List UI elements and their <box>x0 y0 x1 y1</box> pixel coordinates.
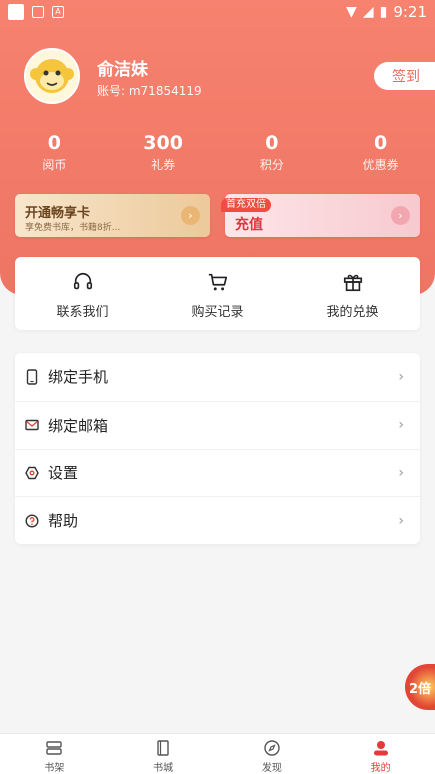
tab-label: 书城 <box>153 763 174 774</box>
floating-promo-badge[interactable]: 2倍 <box>405 664 435 710</box>
stat-label: 礼券 <box>151 158 176 172</box>
chevron-right-icon: › <box>398 417 404 434</box>
chevron-right-icon: › <box>398 464 404 481</box>
vip-title: 开通畅享卡 <box>25 206 91 221</box>
gift-icon <box>343 274 362 292</box>
recharge-card[interactable]: 首充双倍 充值 › <box>221 194 420 237</box>
bind-email-item[interactable]: 绑定邮箱 › <box>15 400 420 449</box>
tab-label: 书架 <box>44 763 65 774</box>
vip-card[interactable]: 开通畅享卡 享免费书库，书籍8折... › <box>15 194 210 237</box>
settings-item[interactable]: 设置 › <box>15 448 420 497</box>
tab-discover[interactable]: 发现 <box>218 734 327 774</box>
user-icon <box>373 741 388 756</box>
quick-actions: 联系我们 购买记录 我的兑换 <box>15 257 420 330</box>
stat-label: 阅币 <box>42 158 67 172</box>
signin-button[interactable]: 签到 <box>374 62 435 90</box>
settings-menu: 绑定手机 › 绑定邮箱 › 设置 › 帮助 › <box>15 353 420 544</box>
bottom-tab-bar: 书架 书城 发现 我的 <box>0 733 435 774</box>
bookshelf-icon <box>46 741 63 755</box>
my-redemption-button[interactable]: 我的兑换 <box>285 257 420 330</box>
compass-icon <box>264 740 280 756</box>
stat-label: 积分 <box>259 158 284 172</box>
stat-value: 0 <box>47 132 61 154</box>
menu-item-label: 帮助 <box>48 512 79 531</box>
chevron-right-icon: › <box>181 206 200 225</box>
purchase-history-button[interactable]: 购买记录 <box>150 257 285 330</box>
promo-label: 2倍 <box>409 681 432 697</box>
wifi-icon: ▼ <box>346 4 357 20</box>
battery-icon: ▮ <box>379 4 388 20</box>
tab-bookstore[interactable]: 书城 <box>109 734 218 774</box>
mail-icon <box>25 419 39 431</box>
book-icon <box>157 740 169 756</box>
stat-label: 优惠券 <box>362 158 399 172</box>
a-icon: A <box>52 6 64 18</box>
username: 俞洁妹 <box>97 60 148 80</box>
stat-coins[interactable]: 0 阅币 <box>0 132 109 173</box>
stat-points[interactable]: 0 积分 <box>218 132 327 173</box>
chevron-right-icon: › <box>391 206 410 225</box>
stats-row: 0 阅币 300 礼券 0 积分 0 优惠券 <box>0 132 435 173</box>
quick-action-label: 购买记录 <box>191 305 244 320</box>
menu-item-label: 绑定手机 <box>48 368 109 387</box>
stat-coupons[interactable]: 0 优惠券 <box>326 132 435 173</box>
chevron-right-icon: › <box>398 368 404 385</box>
quick-action-label: 联系我们 <box>56 305 109 320</box>
tab-label: 发现 <box>261 763 282 774</box>
bind-phone-item[interactable]: 绑定手机 › <box>15 353 420 401</box>
qr-icon <box>32 6 44 18</box>
monkey-avatar-icon <box>30 59 74 93</box>
vip-subtitle: 享免费书库，书籍8折... <box>25 223 121 233</box>
notification-icon <box>8 4 24 20</box>
account-id: 账号: m71854119 <box>97 84 202 98</box>
signal-icon: ◢ <box>362 4 374 20</box>
stat-value: 0 <box>265 132 279 154</box>
stat-value: 300 <box>143 132 183 154</box>
status-bar: A ▼ ◢ ▮ 9:21 <box>0 0 435 24</box>
status-time: 9:21 <box>393 3 427 21</box>
avatar[interactable] <box>24 48 80 104</box>
first-recharge-badge: 首充双倍 <box>221 198 271 212</box>
headset-icon <box>73 272 92 290</box>
help-icon <box>25 514 39 528</box>
menu-item-label: 设置 <box>48 464 79 483</box>
chevron-right-icon: › <box>398 512 404 529</box>
cart-icon <box>208 273 227 291</box>
menu-item-label: 绑定邮箱 <box>48 416 109 435</box>
stat-vouchers[interactable]: 300 礼券 <box>109 132 218 173</box>
phone-icon <box>26 369 38 385</box>
tab-bookshelf[interactable]: 书架 <box>0 734 109 774</box>
contact-us-button[interactable]: 联系我们 <box>15 257 150 330</box>
quick-action-label: 我的兑换 <box>326 305 379 320</box>
stat-value: 0 <box>374 132 388 154</box>
tab-label: 我的 <box>370 763 391 774</box>
help-item[interactable]: 帮助 › <box>15 496 420 544</box>
tab-mine[interactable]: 我的 <box>326 734 435 774</box>
recharge-title: 充值 <box>235 217 263 233</box>
settings-icon <box>25 466 39 480</box>
